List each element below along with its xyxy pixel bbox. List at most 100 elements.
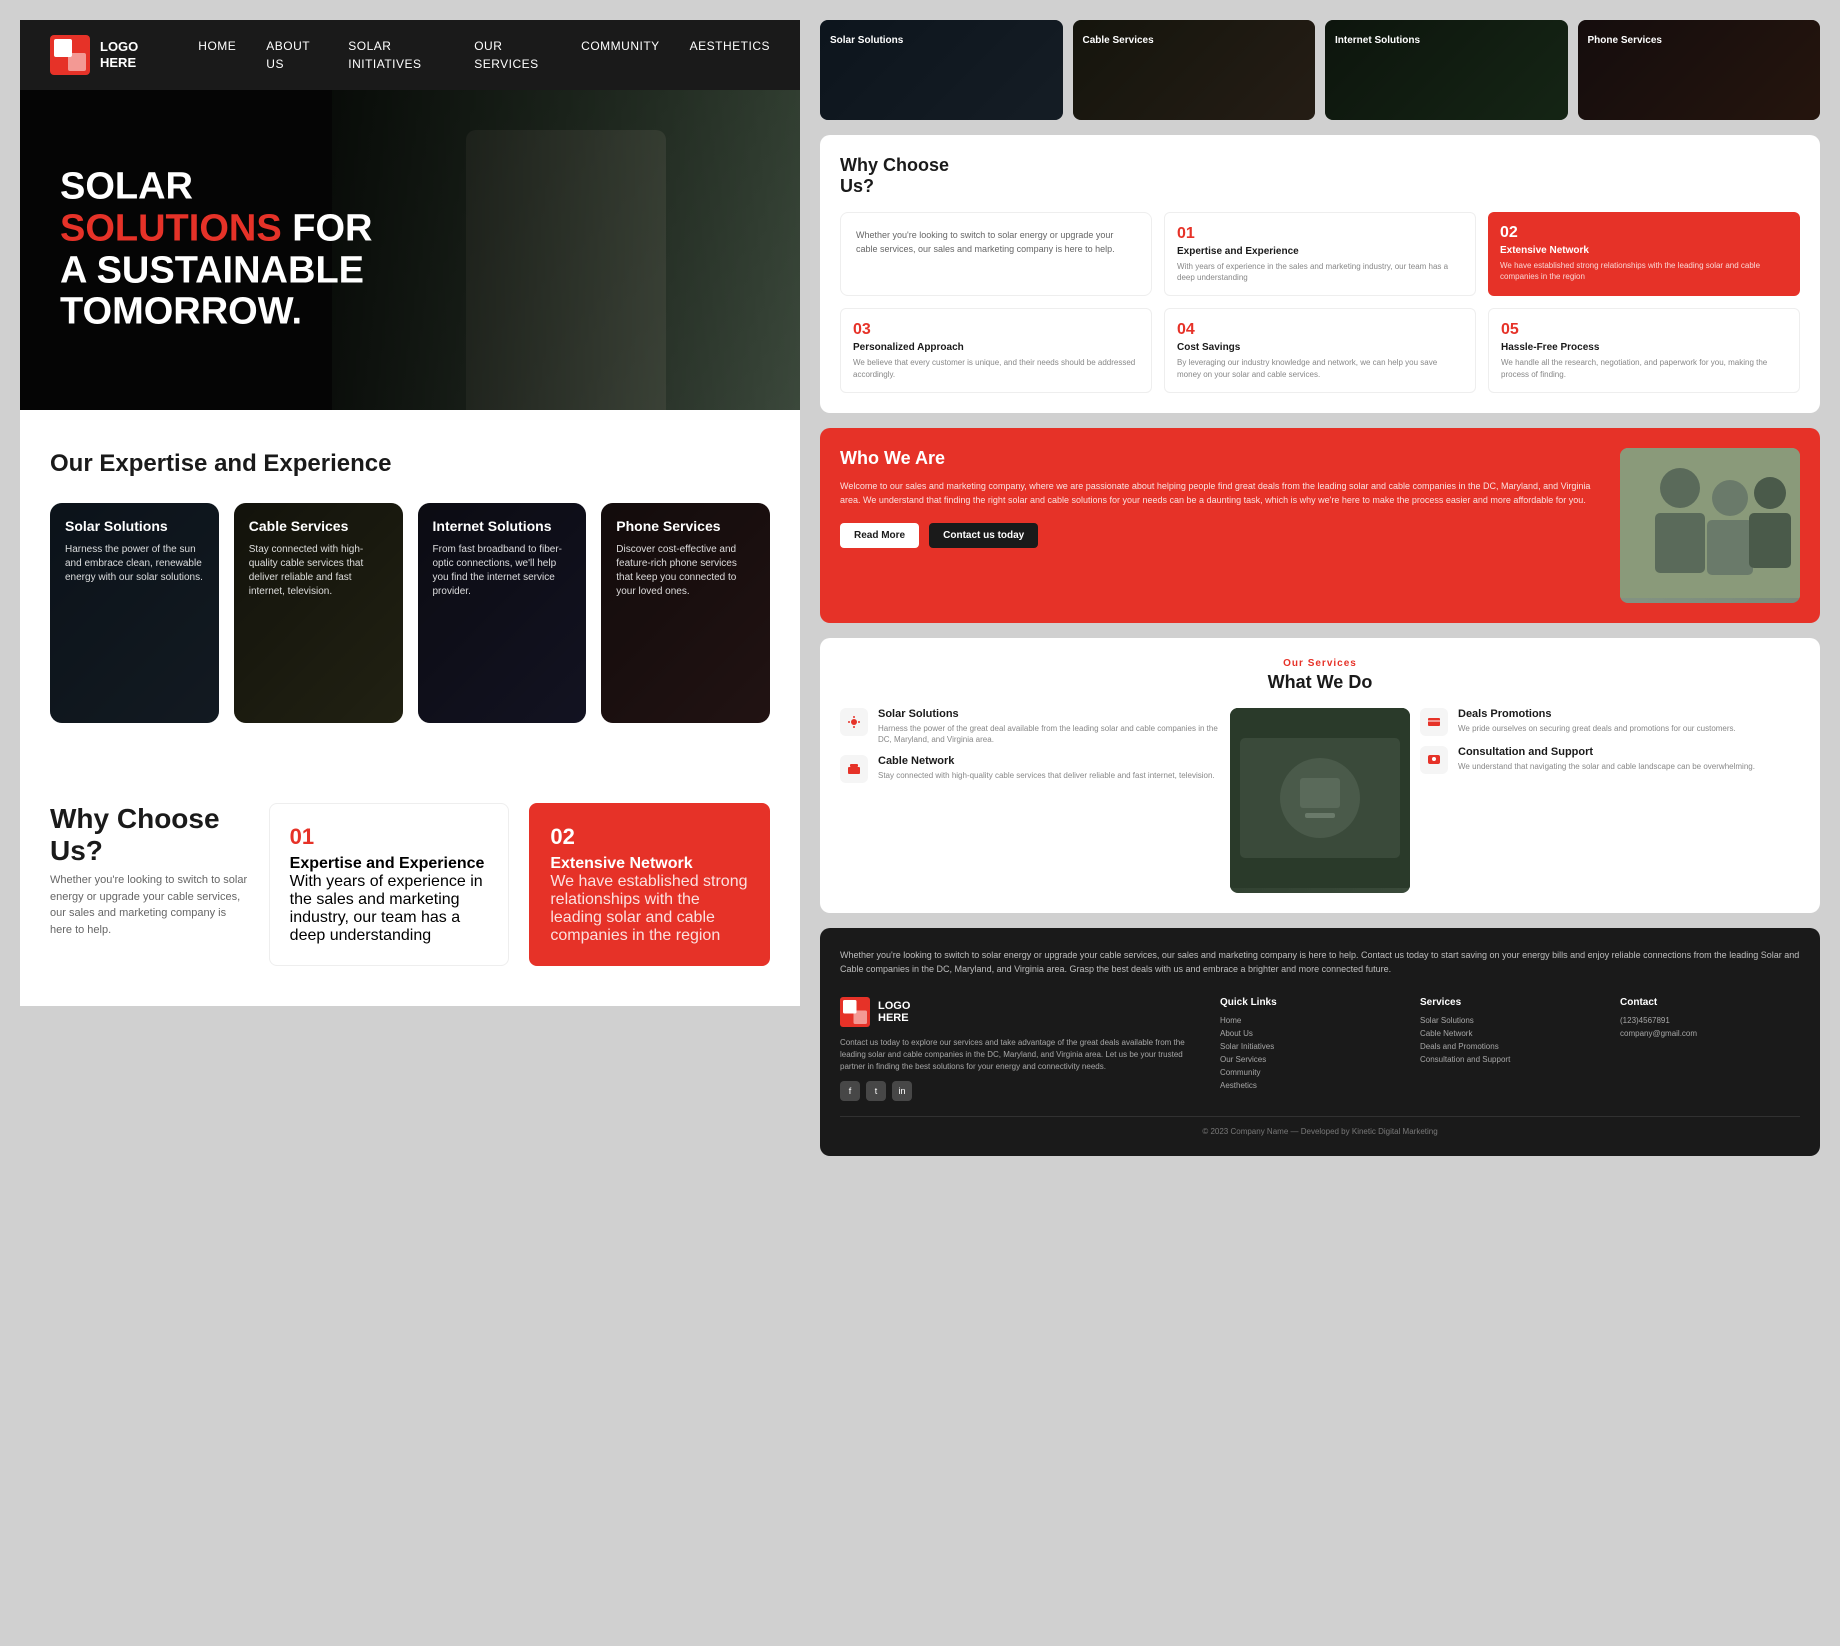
why-item-02: 02 Extensive Network We have established…: [1488, 212, 1800, 296]
mini-card-phone: Phone Services: [1578, 20, 1821, 120]
hero-section: SOLAR SOLUTIONS FOR A SUSTAINABLE TOMORR…: [20, 90, 800, 410]
nav-services[interactable]: OUR SERVICES: [474, 39, 538, 71]
who-desc: Welcome to our sales and marketing compa…: [840, 479, 1605, 508]
why-title: Why Choose Us?: [50, 803, 249, 867]
footer-link-home[interactable]: Home: [1220, 1016, 1400, 1025]
who-we-are-section: Who We Are Welcome to our sales and mark…: [820, 428, 1820, 623]
consult-icon: [1420, 746, 1448, 774]
left-panel: LOGO HERE HOME ABOUT US SOLAR INITIATIVE…: [20, 20, 800, 1156]
cable-item-desc: Stay connected with high-quality cable s…: [878, 770, 1215, 781]
who-image-svg: [1620, 448, 1800, 598]
why-choose-section: Why Choose Us? Whether you're looking to…: [20, 763, 800, 1006]
footer-phone: (123)4567891: [1620, 1016, 1800, 1025]
why-item-05: 05 Hassle-Free Process We handle all the…: [1488, 308, 1800, 392]
footer-top-text: Whether you're looking to switch to sola…: [840, 948, 1800, 977]
who-content: Who We Are Welcome to our sales and mark…: [840, 448, 1605, 603]
nav-community[interactable]: COMMUNITY: [581, 39, 660, 53]
why-item-03: 03 Personalized Approach We believe that…: [840, 308, 1152, 392]
card-solar-title: Solar Solutions: [65, 518, 204, 535]
hero-title: SOLAR SOLUTIONS FOR A SUSTAINABLE TOMORR…: [60, 166, 372, 333]
footer-logo-text: LOGO HERE: [878, 1000, 910, 1024]
footer-quick-links: Quick Links Home About Us Solar Initiati…: [1220, 997, 1400, 1101]
what-cable: Cable Network Stay connected with high-q…: [840, 755, 1220, 783]
why-right-section: Why Choose Us? Whether you're looking to…: [820, 135, 1820, 413]
services-label: Our Services: [840, 658, 1800, 669]
card-cable: Cable Services Stay connected with high-…: [234, 503, 403, 723]
what-center-image: [1230, 708, 1410, 893]
nav-solar[interactable]: SOLAR INITIATIVES: [348, 39, 421, 71]
navbar: LOGO HERE HOME ABOUT US SOLAR INITIATIVE…: [20, 20, 800, 90]
what-solar: Solar Solutions Harness the power of the…: [840, 708, 1220, 745]
logo[interactable]: LOGO HERE: [50, 35, 138, 75]
footer-logo: LOGO HERE: [840, 997, 1200, 1027]
card-solar: Solar Solutions Harness the power of the…: [50, 503, 219, 723]
footer-link-community[interactable]: Community: [1220, 1068, 1400, 1077]
footer-service-solar: Solar Solutions: [1420, 1016, 1600, 1025]
why-card-02: 02 Extensive Network We have established…: [529, 803, 770, 966]
nav-aesthetics[interactable]: AESTHETICS: [690, 39, 770, 53]
footer-service-consult: Consultation and Support: [1420, 1055, 1600, 1064]
card-solar-desc: Harness the power of the sun and embrace…: [65, 543, 204, 585]
card-cable-desc: Stay connected with high-quality cable s…: [249, 543, 388, 599]
service-cards: Solar Solutions Harness the power of the…: [50, 503, 770, 723]
footer-link-solar[interactable]: Solar Initiatives: [1220, 1042, 1400, 1051]
what-title: What We Do: [840, 672, 1800, 693]
footer-contact: Contact (123)4567891 company@gmail.com: [1620, 997, 1800, 1101]
cable-item-title: Cable Network: [878, 755, 1215, 767]
nav-home[interactable]: HOME: [198, 39, 236, 53]
who-title: Who We Are: [840, 448, 1605, 469]
footer-columns: LOGO HERE Contact us today to explore ou…: [840, 997, 1800, 1101]
what-consult: Consultation and Support We understand t…: [1420, 746, 1800, 774]
instagram-icon[interactable]: in: [892, 1081, 912, 1101]
why-right-title: Why Choose Us?: [840, 155, 1800, 197]
mini-card-solar: Solar Solutions: [820, 20, 1063, 120]
card-phone-title: Phone Services: [616, 518, 755, 535]
card-phone: Phone Services Discover cost-effective a…: [601, 503, 770, 723]
what-we-do-section: Our Services What We Do: [820, 638, 1820, 913]
why-item-04: 04 Cost Savings By leveraging our indust…: [1164, 308, 1476, 392]
footer-email: company@gmail.com: [1620, 1029, 1800, 1038]
footer-link-aesthetics[interactable]: Aesthetics: [1220, 1081, 1400, 1090]
who-image: [1620, 448, 1800, 603]
contact-us-button[interactable]: Contact us today: [929, 523, 1038, 548]
why-card-01: 01 Expertise and Experience With years o…: [269, 803, 510, 966]
deals-item-desc: We pride ourselves on securing great dea…: [1458, 723, 1736, 734]
what-right: Deals Promotions We pride ourselves on s…: [1420, 708, 1800, 893]
facebook-icon[interactable]: f: [840, 1081, 860, 1101]
logo-text: LOGO HERE: [100, 39, 138, 70]
footer-link-about[interactable]: About Us: [1220, 1029, 1400, 1038]
card-internet-desc: From fast broadband to fiber-optic conne…: [433, 543, 572, 599]
why-item-01: 01 Expertise and Experience With years o…: [1164, 212, 1476, 296]
why-subtitle: Whether you're looking to switch to sola…: [50, 872, 249, 938]
card-phone-desc: Discover cost-effective and feature-rich…: [616, 543, 755, 599]
cable-icon: [840, 755, 868, 783]
deals-icon: [1420, 708, 1448, 736]
mini-card-internet: Internet Solutions: [1325, 20, 1568, 120]
footer-logo-col: LOGO HERE Contact us today to explore ou…: [840, 997, 1200, 1101]
expertise-title: Our Expertise and Experience: [50, 450, 770, 478]
solar-icon: [840, 708, 868, 736]
logo-icon: [50, 35, 90, 75]
consult-item-desc: We understand that navigating the solar …: [1458, 761, 1755, 772]
hero-content: SOLAR SOLUTIONS FOR A SUSTAINABLE TOMORR…: [60, 166, 372, 333]
footer-service-deals: Deals and Promotions: [1420, 1042, 1600, 1051]
why-right-desc: Whether you're looking to switch to sola…: [840, 212, 1152, 296]
deals-item-title: Deals Promotions: [1458, 708, 1736, 720]
footer-copyright: © 2023 Company Name — Developed by Kinet…: [840, 1116, 1800, 1136]
card-internet-title: Internet Solutions: [433, 518, 572, 535]
card-cable-title: Cable Services: [249, 518, 388, 535]
footer-services: Services Solar Solutions Cable Network D…: [1420, 997, 1600, 1101]
nav-about[interactable]: ABOUT US: [266, 39, 310, 71]
read-more-button[interactable]: Read More: [840, 523, 919, 548]
solar-item-title: Solar Solutions: [878, 708, 1220, 720]
center-image-svg: [1230, 708, 1410, 888]
footer-section: Whether you're looking to switch to sola…: [820, 928, 1820, 1156]
what-left: Solar Solutions Harness the power of the…: [840, 708, 1220, 893]
twitter-icon[interactable]: t: [866, 1081, 886, 1101]
footer-service-cable: Cable Network: [1420, 1029, 1600, 1038]
footer-logo-icon: [840, 997, 870, 1027]
footer-link-services[interactable]: Our Services: [1220, 1055, 1400, 1064]
mini-card-cable: Cable Services: [1073, 20, 1316, 120]
mini-cards-row: Solar Solutions Cable Services Internet …: [820, 20, 1820, 120]
who-image-inner: [1620, 448, 1800, 603]
